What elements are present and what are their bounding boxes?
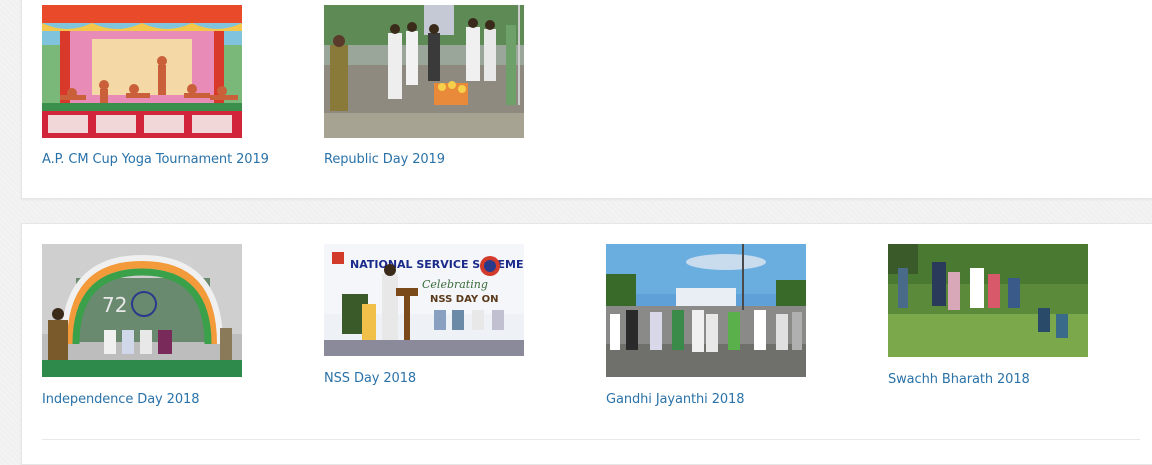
nss-day-photo: NATIONAL SERVICE SCHEME Celebrating NSS … (324, 244, 524, 356)
gallery-card: A.P. CM Cup Yoga Tournament 2019 (42, 5, 282, 167)
svg-text:72: 72 (102, 293, 127, 317)
gallery-title-link[interactable]: Independence Day 2018 (42, 392, 199, 407)
gallery-card: NATIONAL SERVICE SCHEME Celebrating NSS … (324, 244, 564, 386)
divider (42, 439, 1140, 440)
gallery-thumbnail[interactable] (324, 5, 524, 138)
nss-banner-subheading: Celebrating (422, 278, 488, 291)
gallery-card: Swachh Bharath 2018 (888, 244, 1128, 387)
gallery-panel-2: 72 Independence Day 2018 NATIONAL SERVIC… (21, 223, 1152, 465)
gallery-thumbnail[interactable]: 72 (42, 244, 242, 377)
gallery-card: Gandhi Jayanthi 2018 (606, 244, 846, 407)
republic-day-photo (324, 5, 524, 138)
gallery-panel-1: A.P. CM Cup Yoga Tournament 2019 Republi… (21, 0, 1152, 199)
gallery-card: 72 Independence Day 2018 (42, 244, 282, 407)
yoga-photo (42, 5, 242, 138)
gallery-thumbnail[interactable] (888, 244, 1088, 357)
gallery-title-link[interactable]: Swachh Bharath 2018 (888, 372, 1030, 387)
gallery-thumbnail[interactable] (42, 5, 242, 138)
gallery-title-link[interactable]: Gandhi Jayanthi 2018 (606, 392, 744, 407)
gallery-title-link[interactable]: NSS Day 2018 (324, 371, 416, 386)
gallery-card: Republic Day 2019 (324, 5, 564, 167)
independence-day-photo: 72 (42, 244, 242, 377)
gallery-thumbnail[interactable]: NATIONAL SERVICE SCHEME Celebrating NSS … (324, 244, 524, 356)
gallery-title-link[interactable]: Republic Day 2019 (324, 152, 445, 167)
gandhi-jayanthi-photo (606, 244, 806, 377)
gallery-title-link[interactable]: A.P. CM Cup Yoga Tournament 2019 (42, 152, 269, 167)
swachh-bharath-photo (888, 244, 1088, 357)
nss-banner-line3: NSS DAY ON (430, 294, 498, 305)
gallery-thumbnail[interactable] (606, 244, 806, 377)
